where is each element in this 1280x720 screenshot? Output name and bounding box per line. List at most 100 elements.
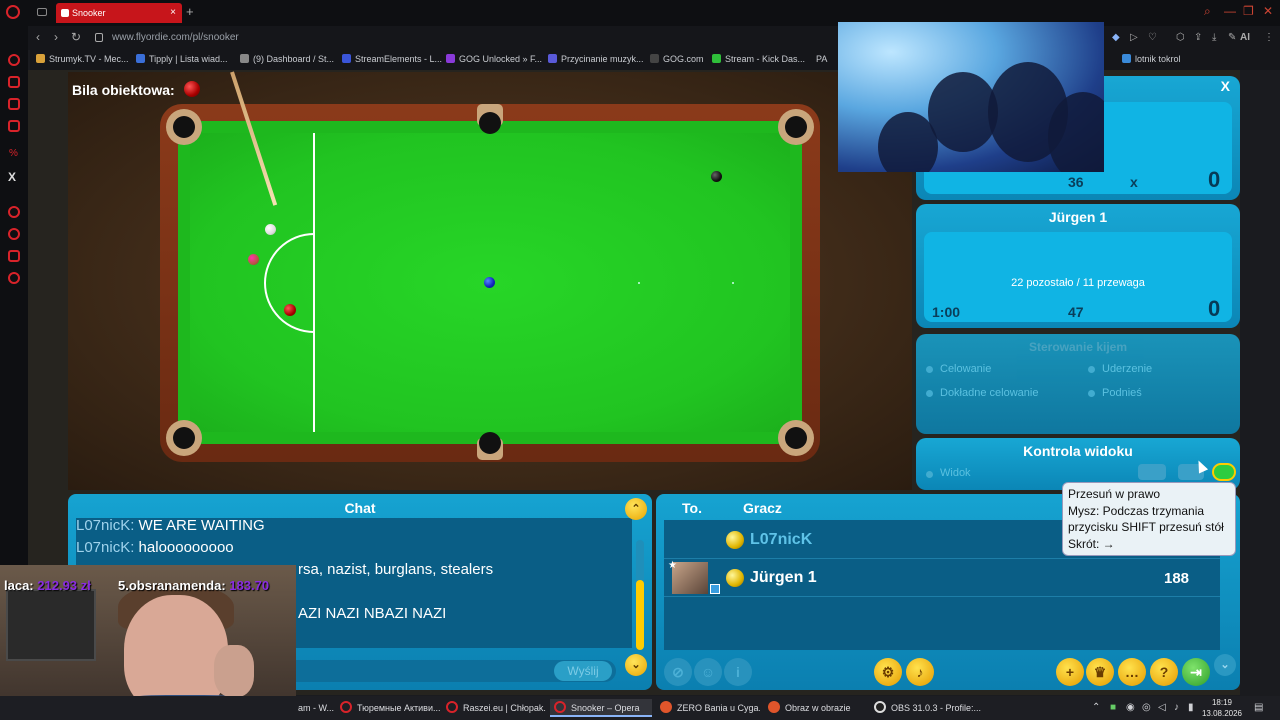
sidebar-x-icon[interactable]: X <box>8 170 16 184</box>
disabled-tool-icon[interactable]: ⊘ <box>664 658 692 686</box>
taskbar-item[interactable]: OBS 31.0.3 - Profile:... <box>874 699 984 717</box>
minimize-icon[interactable]: — <box>1224 4 1236 18</box>
radio-icon[interactable] <box>926 366 933 373</box>
radio-icon[interactable] <box>926 390 933 397</box>
view-right-button[interactable] <box>1212 463 1236 481</box>
tray-volume-icon[interactable]: ◁ <box>1158 702 1166 713</box>
tooltip-line: Przesuń w prawo <box>1068 487 1161 501</box>
sidebar-messenger-icon[interactable] <box>8 54 20 66</box>
search-icon[interactable]: ⌕ <box>1204 4 1211 19</box>
chat-message: AZI NAZI NBAZI NAZI <box>298 605 447 622</box>
extensions-icon[interactable]: ⬡ <box>1176 32 1185 43</box>
bookmark-item[interactable]: Strumyk.TV - Mec... <box>36 54 129 64</box>
chat-scroll-up-button[interactable]: ⌃ <box>625 498 647 520</box>
radio-icon[interactable] <box>1088 366 1095 373</box>
bookmark-item[interactable]: (9) Dashboard / St... <box>240 54 334 64</box>
help-icon[interactable]: ? <box>1150 658 1178 686</box>
sidebar-settings-icon[interactable] <box>8 272 20 284</box>
opera-logo-icon[interactable] <box>6 5 20 19</box>
tray-steam-icon[interactable]: ◎ <box>1142 702 1151 713</box>
taskbar-item[interactable]: ZERO Bania u Cyga... <box>660 699 760 717</box>
cue-control-title: Sterowanie kijem <box>1028 340 1128 354</box>
bookmark-item[interactable]: GOG Unlocked » F... <box>446 54 542 64</box>
bookmark-item[interactable]: Przycinanie muzyk... <box>548 54 644 64</box>
bookmark-item[interactable]: Tipply | Lista wiad... <box>136 54 228 64</box>
view-left-icon[interactable] <box>1138 464 1166 480</box>
bookmark-item[interactable]: StreamElements - L... <box>342 54 442 64</box>
taskbar-clock[interactable]: 18:19 13.08.2026 <box>1198 697 1246 719</box>
tab-snooker[interactable]: Snooker × <box>56 3 182 23</box>
player-name: Jürgen 1 <box>1048 209 1108 225</box>
heart-icon[interactable]: ♡ <box>1148 32 1157 43</box>
radio-icon[interactable] <box>1088 390 1095 397</box>
tray-chevron-icon[interactable]: ⌃ <box>1092 702 1100 713</box>
menu-icon[interactable]: ⋮ <box>1264 32 1274 43</box>
trophy-icon[interactable]: ♛ <box>1086 658 1114 686</box>
new-tab-button[interactable]: + <box>186 4 194 19</box>
bookmark-favicon-icon <box>36 54 45 63</box>
clock-date: 13.08.2026 <box>1201 709 1243 718</box>
sidebar-notes-icon[interactable] <box>8 120 20 132</box>
edit-icon[interactable]: ✎ <box>1228 32 1236 43</box>
tray-app-icon[interactable]: ■ <box>1110 702 1116 713</box>
share-icon[interactable]: ⇪ <box>1194 32 1202 43</box>
avatar[interactable] <box>672 562 708 594</box>
players-scroll-down-button[interactable]: ⌄ <box>1214 654 1236 676</box>
sidebar-player-icon[interactable] <box>8 206 20 218</box>
table-add-icon[interactable]: + <box>1056 658 1084 686</box>
bookmark-item[interactable]: GOG.com <box>650 54 704 64</box>
taskbar-item-active[interactable]: Snooker – Opera <box>550 699 652 717</box>
radio-icon[interactable] <box>926 471 933 478</box>
notifications-icon[interactable]: ▤ <box>1254 702 1263 713</box>
taskbar-item[interactable]: Obraz w obrazie <box>768 699 868 717</box>
sidebar-mail-icon[interactable] <box>8 98 20 110</box>
bookmark-item[interactable]: Stream - Kick Das... <box>712 54 805 64</box>
tab-title: Snooker <box>72 8 106 18</box>
option-aim[interactable]: Celowanie <box>940 363 991 375</box>
bookmark-item[interactable]: PA <box>816 54 827 64</box>
reload-icon[interactable]: ↻ <box>71 30 81 44</box>
wall-poster <box>6 589 96 661</box>
tray-mic-icon[interactable]: ▮ <box>1188 702 1194 713</box>
back-icon[interactable]: ‹ <box>36 30 40 44</box>
sidebar-percent-icon[interactable]: % <box>9 148 18 159</box>
tab-list-icon[interactable] <box>37 8 47 16</box>
tray-chrome-icon[interactable]: ◉ <box>1126 702 1135 713</box>
shield-icon[interactable]: ◆ <box>1112 32 1120 43</box>
picture-in-picture-video[interactable] <box>838 22 1104 172</box>
player-row-name[interactable]: Jürgen 1 <box>750 569 817 587</box>
maximize-icon[interactable]: ❐ <box>1243 4 1254 18</box>
option-fine-aim[interactable]: Dokładne celowanie <box>940 387 1038 399</box>
info-icon[interactable]: i <box>724 658 752 686</box>
taskbar-item[interactable]: am - W... <box>298 699 336 717</box>
option-view[interactable]: Widok <box>940 467 971 479</box>
download-icon[interactable]: ⤓ <box>1212 32 1216 43</box>
tab-close-icon[interactable]: × <box>170 3 176 23</box>
option-raise[interactable]: Podnieś <box>1102 387 1142 399</box>
chat-send-button[interactable]: Wyślij <box>554 661 612 681</box>
tray-speaker-icon[interactable]: ♪ <box>1174 702 1179 713</box>
row-divider <box>664 558 1220 559</box>
profile-icon[interactable]: ☺ <box>694 658 722 686</box>
close-window-icon[interactable]: ✕ <box>1263 4 1273 18</box>
play-icon[interactable]: ▷ <box>1130 32 1138 43</box>
taskbar-item[interactable]: Raszei.eu | Chłopak... <box>446 699 546 717</box>
settings-gear-icon[interactable]: ⚙ <box>874 658 902 686</box>
option-strike[interactable]: Uderzenie <box>1102 363 1152 375</box>
taskbar: am - W... Тюремные Активи... Raszei.eu |… <box>0 696 1280 720</box>
bookmark-item[interactable]: lotnik tokrol <box>1122 54 1181 64</box>
sidebar-history-icon[interactable] <box>8 228 20 240</box>
sidebar-extensions-icon[interactable] <box>8 250 20 262</box>
chat-scroll-down-button[interactable]: ⌄ <box>625 654 647 676</box>
chat-bubble-icon[interactable]: … <box>1118 658 1146 686</box>
exit-icon[interactable]: ⇥ <box>1182 658 1210 686</box>
panel-close-icon[interactable]: X <box>1221 78 1230 94</box>
ai-button[interactable]: AI <box>1240 32 1250 43</box>
chat-scroll-thumb[interactable] <box>636 580 644 650</box>
forward-icon[interactable]: › <box>54 30 58 44</box>
player-row-name[interactable]: L07nicK <box>750 531 812 549</box>
taskbar-item[interactable]: Тюремные Активи... <box>340 699 440 717</box>
sidebar-wallet-icon[interactable] <box>8 76 20 88</box>
url-text[interactable]: www.flyordie.com/pl/snooker <box>112 32 239 43</box>
sound-icon[interactable]: ♪ <box>906 658 934 686</box>
